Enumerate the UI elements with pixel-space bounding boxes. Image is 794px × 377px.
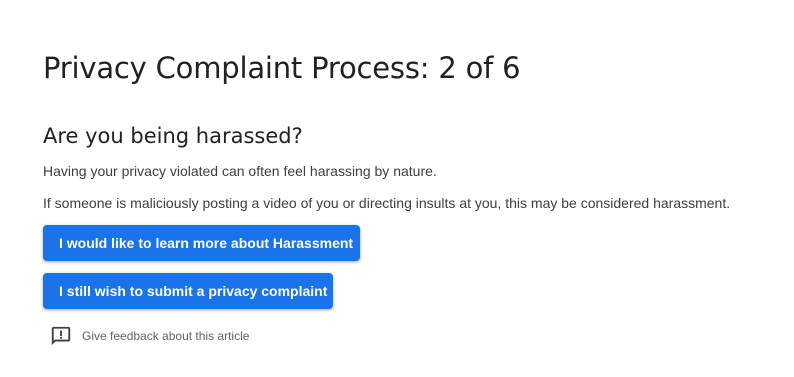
feedback-icon xyxy=(50,325,72,347)
page-title: Privacy Complaint Process: 2 of 6 xyxy=(43,51,521,85)
paragraph-harassment-definition: If someone is maliciously posting a vide… xyxy=(43,195,731,211)
learn-about-harassment-button[interactable]: I would like to learn more about Harassm… xyxy=(43,225,360,261)
submit-privacy-complaint-button[interactable]: I still wish to submit a privacy complai… xyxy=(43,273,333,309)
paragraph-privacy-harassing: Having your privacy violated can often f… xyxy=(43,163,437,179)
give-feedback-link[interactable]: Give feedback about this article xyxy=(50,325,249,347)
feedback-label: Give feedback about this article xyxy=(82,329,250,343)
section-heading: Are you being harassed? xyxy=(43,124,303,148)
